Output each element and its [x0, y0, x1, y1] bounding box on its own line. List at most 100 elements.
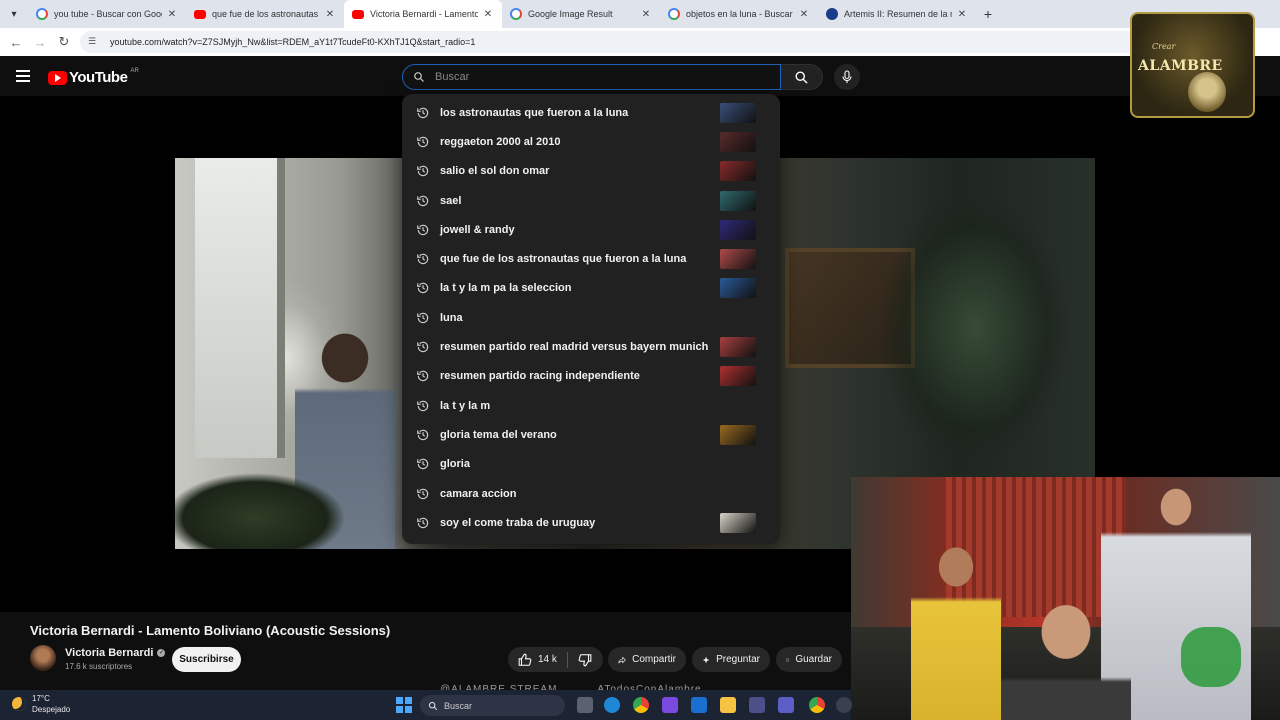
- bookmark-icon: [786, 657, 789, 662]
- sparkle-icon: [702, 656, 710, 663]
- browser-tab[interactable]: Victoria Bernardi - Lamento Bo ✕: [344, 0, 502, 28]
- logo-text: YouTube: [69, 69, 128, 86]
- menu-icon[interactable]: [16, 70, 30, 82]
- search-suggestion[interactable]: la t y la m: [402, 391, 780, 420]
- suggestion-thumbnail[interactable]: [720, 219, 756, 240]
- close-tab-icon[interactable]: ✕: [324, 9, 336, 20]
- address-bar[interactable]: ☰ youtube.com/watch?v=Z7SJMyjh_Nw&list=R…: [80, 31, 1190, 53]
- suggestion-thumbnail[interactable]: [720, 249, 756, 270]
- settings-icon[interactable]: [836, 697, 852, 713]
- share-button[interactable]: Compartir: [608, 647, 686, 672]
- youtube-logo[interactable]: YouTube AR: [48, 67, 139, 86]
- browser-tab[interactable]: Artemis II: Resumen de la misió ✕: [818, 0, 976, 28]
- outlook-icon[interactable]: [691, 697, 707, 713]
- suggestion-text: la t y la m: [440, 399, 491, 412]
- app-icon[interactable]: [662, 697, 678, 713]
- suggestion-thumbnail[interactable]: [720, 512, 756, 533]
- search-suggestion[interactable]: luna: [402, 303, 780, 332]
- new-tab-button[interactable]: +: [976, 6, 1000, 22]
- suggestion-thumbnail[interactable]: [720, 131, 756, 152]
- suggestion-thumbnail[interactable]: [720, 278, 756, 299]
- browser-tab[interactable]: que fue de los astronautas que ✕: [186, 0, 344, 28]
- search-suggestion[interactable]: sael: [402, 186, 780, 215]
- ask-label: Preguntar: [716, 654, 760, 665]
- suggestion-thumbnail[interactable]: [720, 337, 756, 358]
- close-tab-icon[interactable]: ✕: [482, 9, 494, 20]
- suggestion-thumbnail[interactable]: [720, 161, 756, 182]
- search-suggestion[interactable]: la t y la m pa la seleccion: [402, 274, 780, 303]
- subscribe-button[interactable]: Suscribirse: [172, 647, 241, 672]
- video-scene-window: [195, 158, 285, 458]
- browser-tab[interactable]: objetos en la luna - Buscar con ✕: [660, 0, 818, 28]
- search-button[interactable]: [781, 64, 823, 90]
- search-suggestion[interactable]: los astronautas que fueron a la luna: [402, 98, 780, 127]
- like-icon[interactable]: [518, 653, 532, 667]
- forward-icon[interactable]: →: [28, 30, 52, 54]
- taskbar-search-placeholder: Buscar: [444, 700, 473, 711]
- channel-avatar[interactable]: [30, 645, 56, 671]
- search-icon: [795, 71, 808, 84]
- close-tab-icon[interactable]: ✕: [640, 9, 652, 20]
- search-input[interactable]: [435, 71, 755, 83]
- search-icon: [414, 72, 424, 82]
- search-suggestion[interactable]: salio el sol don omar: [402, 157, 780, 186]
- close-tab-icon[interactable]: ✕: [798, 9, 810, 20]
- history-icon: [417, 107, 429, 118]
- task-view-icon[interactable]: [577, 697, 593, 713]
- history-icon: [417, 165, 429, 177]
- browser-tab-bar: ▾ you tube - Buscar con Google ✕ que fue d…: [0, 0, 1280, 28]
- tab-title: you tube - Buscar con Google: [54, 9, 162, 19]
- search-icon: [428, 701, 438, 710]
- region-code: AR: [130, 67, 139, 74]
- moon-icon: [12, 697, 26, 711]
- webcam-person: [911, 537, 1001, 720]
- browser-tab[interactable]: you tube - Buscar con Google ✕: [28, 0, 186, 28]
- taskbar-search[interactable]: Buscar: [420, 695, 565, 716]
- browser-tab[interactable]: Google Image Result ✕: [502, 0, 660, 28]
- back-icon[interactable]: ←: [4, 30, 28, 54]
- teams-icon[interactable]: [778, 697, 794, 713]
- windows-taskbar: 17°C Despejado Buscar: [0, 690, 852, 720]
- close-tab-icon[interactable]: ✕: [956, 9, 968, 20]
- site-info-icon[interactable]: ☰: [88, 36, 100, 48]
- like-divider: [566, 651, 568, 668]
- search-suggestion[interactable]: resumen partido real madrid versus bayer…: [402, 332, 780, 361]
- history-icon: [417, 488, 429, 499]
- app-icon[interactable]: [749, 697, 765, 713]
- chrome-icon[interactable]: [809, 697, 825, 713]
- search-suggestion[interactable]: gloria tema del verano: [402, 420, 780, 449]
- save-button[interactable]: Guardar: [776, 647, 842, 672]
- channel-name[interactable]: Victoria Bernardi ✓: [65, 647, 166, 659]
- brand-face-icon: [1188, 72, 1226, 112]
- save-label: Guardar: [795, 654, 832, 665]
- search-suggestion[interactable]: gloria: [402, 450, 780, 479]
- weather-widget[interactable]: 17°C Despejado: [12, 693, 70, 715]
- chrome-icon[interactable]: [633, 697, 649, 713]
- suggestion-thumbnail[interactable]: [720, 190, 756, 211]
- tab-search-icon[interactable]: ▾: [0, 0, 28, 28]
- suggestion-text: camara accion: [440, 487, 517, 500]
- channel-name-text[interactable]: Victoria Bernardi: [65, 647, 153, 659]
- search-box[interactable]: [402, 64, 781, 90]
- windows-start-icon[interactable]: [396, 697, 412, 713]
- search-suggestion[interactable]: resumen partido racing independiente: [402, 362, 780, 391]
- search-suggestion[interactable]: que fue de los astronautas que fueron a …: [402, 244, 780, 273]
- file-explorer-icon[interactable]: [720, 697, 736, 713]
- reload-icon[interactable]: ↻: [52, 30, 76, 54]
- dislike-icon[interactable]: [578, 653, 592, 667]
- search-suggestion[interactable]: camara accion: [402, 479, 780, 508]
- ask-button[interactable]: Preguntar: [692, 647, 770, 672]
- voice-search-button[interactable]: [834, 64, 860, 90]
- suggestion-thumbnail[interactable]: [720, 102, 756, 123]
- like-count[interactable]: 14 k: [538, 654, 557, 665]
- search-suggestion[interactable]: soy el come traba de uruguay: [402, 508, 780, 537]
- suggestion-thumbnail[interactable]: [720, 366, 756, 387]
- history-icon: [417, 429, 429, 441]
- weather-condition: Despejado: [32, 705, 71, 714]
- suggestion-thumbnail[interactable]: [720, 424, 756, 445]
- search-suggestion[interactable]: reggaeton 2000 al 2010: [402, 127, 780, 156]
- edge-icon[interactable]: [604, 697, 620, 713]
- close-tab-icon[interactable]: ✕: [166, 9, 178, 20]
- share-label: Compartir: [632, 654, 676, 665]
- search-suggestion[interactable]: jowell & randy: [402, 215, 780, 244]
